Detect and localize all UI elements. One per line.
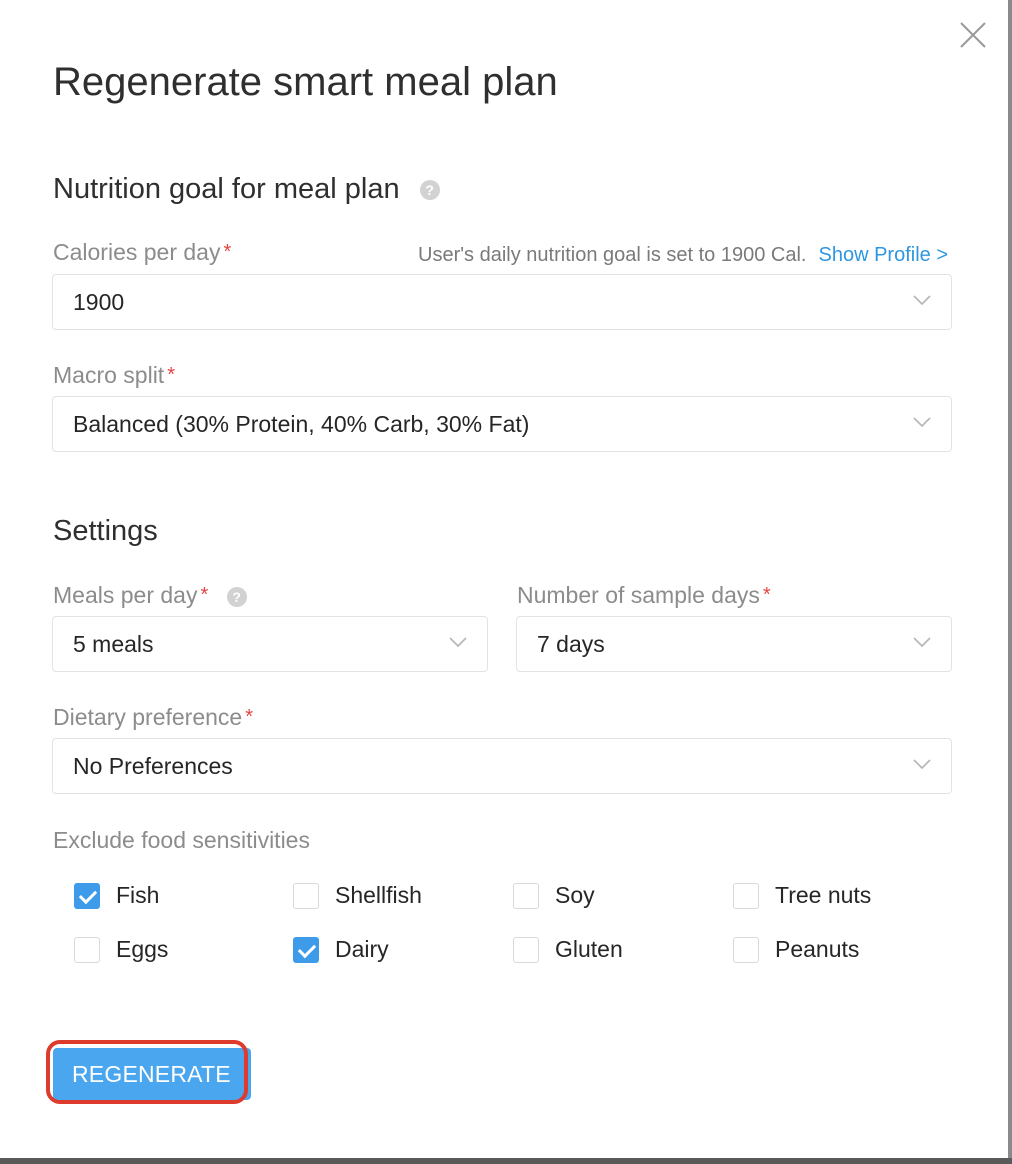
sensitivity-gluten[interactable]: Gluten <box>513 936 623 963</box>
checkbox[interactable] <box>733 936 759 963</box>
required-mark: * <box>200 584 209 606</box>
calorie-goal-hint: User's daily nutrition goal is set to 19… <box>418 242 948 268</box>
checkbox-label: Dairy <box>335 936 389 962</box>
calories-label: Calories per day * <box>53 238 231 266</box>
sensitivity-dairy[interactable]: Dairy <box>293 936 389 963</box>
macro-split-select[interactable]: Balanced (30% Protein, 40% Carb, 30% Fat… <box>52 396 952 452</box>
chevron-down-icon <box>913 759 931 770</box>
checkbox-label: Shellfish <box>335 882 422 908</box>
backdrop-edge <box>0 1158 1012 1164</box>
chevron-down-icon <box>913 637 931 648</box>
checkbox[interactable] <box>74 936 100 963</box>
macro-split-select-value: Balanced (30% Protein, 40% Carb, 30% Fat… <box>73 411 530 437</box>
checkbox[interactable] <box>513 936 539 963</box>
sensitivity-peanuts[interactable]: Peanuts <box>733 936 859 963</box>
chevron-down-icon <box>449 637 467 648</box>
nutrition-section-title-text: Nutrition goal for meal plan <box>53 173 400 205</box>
checkbox-label: Peanuts <box>775 936 860 962</box>
macro-split-label-text: Macro split <box>53 362 165 388</box>
macro-split-label: Macro split * <box>53 361 175 389</box>
checkbox[interactable] <box>293 882 319 909</box>
sample-days-label-text: Number of sample days <box>517 582 760 608</box>
help-icon[interactable]: ? <box>226 586 247 607</box>
checkbox[interactable] <box>733 882 759 909</box>
sensitivities-label: Exclude food sensitivities <box>53 827 310 853</box>
sensitivity-eggs[interactable]: Eggs <box>74 936 168 963</box>
sensitivity-fish[interactable]: Fish <box>74 882 159 909</box>
dietary-preference-select[interactable]: No Preferences <box>52 738 952 794</box>
calories-select-value: 1900 <box>73 289 125 315</box>
checkbox-label: Tree nuts <box>775 882 872 908</box>
regenerate-meal-plan-modal: Regenerate smart meal plan Nutrition goa… <box>0 0 1008 1158</box>
regenerate-button-label: REGENERATE <box>72 1061 231 1087</box>
required-mark: * <box>223 241 232 263</box>
nutrition-section-title: Nutrition goal for meal plan ? <box>53 171 440 207</box>
sensitivity-soy[interactable]: Soy <box>513 882 595 909</box>
chevron-down-icon <box>913 295 931 306</box>
backdrop-edge <box>1008 0 1012 1164</box>
regenerate-button[interactable]: REGENERATE <box>53 1048 251 1100</box>
checkbox[interactable] <box>74 882 100 909</box>
sensitivity-shellfish[interactable]: Shellfish <box>293 882 422 909</box>
checkbox[interactable] <box>293 936 319 963</box>
dietary-preference-label: Dietary preference * <box>53 703 253 731</box>
chevron-down-icon <box>913 417 931 428</box>
settings-section-title: Settings <box>53 515 158 547</box>
checkbox-label: Gluten <box>555 936 623 962</box>
required-mark: * <box>167 364 175 386</box>
meals-per-day-select-value: 5 meals <box>73 631 154 657</box>
modal-title: Regenerate smart meal plan <box>53 60 558 104</box>
meals-per-day-label: Meals per day * ? <box>53 581 247 609</box>
required-mark: * <box>762 584 771 606</box>
dietary-preference-select-value: No Preferences <box>73 753 233 779</box>
meals-per-day-label-text: Meals per day <box>53 582 198 608</box>
checkbox-label: Eggs <box>116 936 169 962</box>
calorie-goal-hint-text: User's daily nutrition goal is set to 19… <box>418 244 807 266</box>
required-mark: * <box>245 706 253 728</box>
sample-days-label: Number of sample days * <box>517 581 771 609</box>
checkbox-label: Fish <box>116 882 160 908</box>
show-profile-link[interactable]: Show Profile > <box>818 244 948 266</box>
checkbox[interactable] <box>513 882 539 909</box>
sample-days-select-value: 7 days <box>537 631 605 657</box>
calories-select[interactable]: 1900 <box>52 274 952 330</box>
dietary-preference-label-text: Dietary preference <box>53 704 243 730</box>
meals-per-day-select[interactable]: 5 meals <box>52 616 488 672</box>
sample-days-select[interactable]: 7 days <box>516 616 952 672</box>
sensitivity-tree-nuts[interactable]: Tree nuts <box>733 882 871 909</box>
checkbox-label: Soy <box>555 882 595 908</box>
help-icon[interactable]: ? <box>419 180 440 201</box>
close-icon[interactable] <box>958 20 988 50</box>
calories-label-text: Calories per day <box>53 239 221 265</box>
